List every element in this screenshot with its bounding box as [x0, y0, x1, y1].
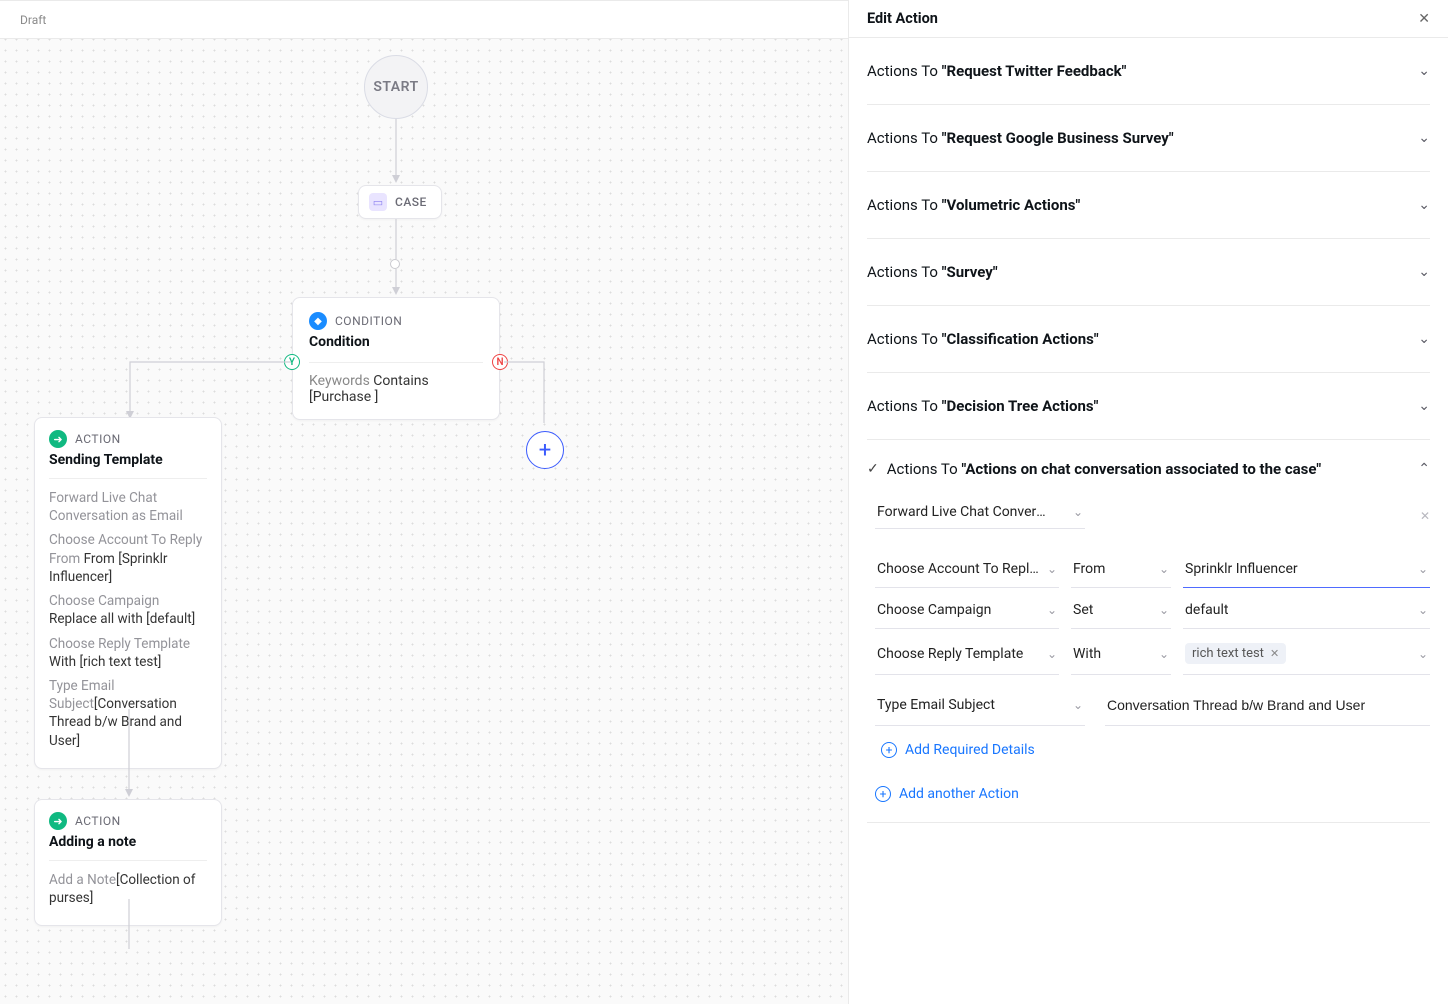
no-badge: N: [492, 354, 508, 370]
action-node-sending-template[interactable]: ➜ ACTION Sending Template Forward Live C…: [34, 417, 222, 769]
add-another-action-link[interactable]: + Add another Action: [875, 786, 1430, 802]
action-node-adding-note[interactable]: ➜ ACTION Adding a note Add a Note[Collec…: [34, 799, 222, 926]
chevron-down-icon: ⌄: [1073, 505, 1083, 519]
accordion-section[interactable]: Actions To "Survey"⌄: [867, 239, 1430, 306]
add-node-button[interactable]: +: [526, 431, 564, 469]
remove-action-icon[interactable]: ✕: [1420, 509, 1430, 523]
chevron-down-icon: ⌄: [1047, 603, 1057, 617]
config-field-select[interactable]: Choose Account To Repl…⌄: [875, 551, 1059, 588]
chevron-down-icon: ⌄: [1418, 264, 1430, 280]
chevron-down-icon: ⌄: [1047, 647, 1057, 661]
draft-status: Draft: [20, 13, 46, 27]
chevron-down-icon: ⌄: [1047, 562, 1057, 576]
top-bar: Draft: [0, 1, 848, 39]
chevron-up-icon[interactable]: ⌃: [1418, 461, 1430, 477]
chevron-down-icon: ⌄: [1418, 197, 1430, 213]
condition-op: Contains: [373, 373, 428, 389]
primary-action-select[interactable]: Forward Live Chat Conversati… ⌄: [875, 496, 1085, 529]
chevron-down-icon: ⌄: [1418, 398, 1430, 414]
accordion-section[interactable]: Actions To "Classification Actions"⌄: [867, 306, 1430, 373]
action-kind: ACTION: [75, 432, 121, 446]
chevron-down-icon: ⌄: [1073, 698, 1083, 712]
chevron-down-icon: ⌄: [1418, 647, 1428, 661]
accordion-section[interactable]: Actions To "Decision Tree Actions"⌄: [867, 373, 1430, 440]
case-icon: ▭: [369, 193, 387, 211]
case-label: CASE: [395, 195, 427, 209]
config-value-select[interactable]: rich text test✕ ⌄: [1183, 633, 1430, 675]
action-line: Type Email Subject[Conversation Thread b…: [49, 677, 207, 750]
config-value-select[interactable]: default⌄: [1183, 592, 1430, 629]
accordion-bold: "Actions on chat conversation associated…: [961, 460, 1321, 478]
action-line: Add a Note[Collection of purses]: [49, 871, 207, 907]
plus-circle-icon: +: [881, 742, 897, 758]
condition-node[interactable]: ◆ CONDITION Condition Keywords Contains …: [292, 297, 500, 420]
config-value-select[interactable]: Sprinklr Influencer⌄: [1183, 551, 1430, 588]
chevron-down-icon: ⌄: [1159, 647, 1169, 661]
flow-canvas[interactable]: START ▭ CASE ◆ CONDITION C: [0, 39, 848, 1004]
config-field-select[interactable]: Choose Campaign⌄: [875, 592, 1059, 629]
action-line: Forward Live Chat Conversation as Email: [49, 489, 207, 525]
add-required-details-link[interactable]: + Add Required Details: [881, 742, 1430, 758]
action-kind: ACTION: [75, 814, 121, 828]
start-node[interactable]: START: [364, 55, 428, 119]
panel-title: Edit Action: [867, 10, 938, 27]
plus-circle-icon: +: [875, 786, 891, 802]
condition-icon: ◆: [309, 312, 327, 330]
action-line: Choose Reply Template With [rich text te…: [49, 635, 207, 671]
yes-badge: Y: [284, 354, 300, 370]
chip-remove-icon[interactable]: ✕: [1270, 647, 1279, 660]
subject-label-select[interactable]: Type Email Subject ⌄: [875, 685, 1085, 726]
accordion-pre: Actions To: [887, 460, 962, 478]
accordion-section[interactable]: Actions To "Request Google Business Surv…: [867, 105, 1430, 172]
edit-action-panel: Edit Action ✕ Actions To "Request Twitte…: [848, 0, 1448, 1004]
connector-dot: [390, 259, 400, 269]
accordion-active: ✓ Actions To "Actions on chat conversati…: [867, 440, 1430, 823]
config-op-select[interactable]: With⌄: [1071, 633, 1171, 675]
case-node[interactable]: ▭ CASE: [358, 185, 442, 219]
chevron-down-icon: ⌄: [1159, 603, 1169, 617]
accordion-section[interactable]: Actions To "Request Twitter Feedback"⌄: [867, 38, 1430, 105]
subject-input[interactable]: [1107, 695, 1428, 715]
condition-value: [Purchase ]: [309, 389, 378, 405]
chevron-down-icon: ⌄: [1159, 562, 1169, 576]
config-field-select[interactable]: Choose Reply Template⌄: [875, 633, 1059, 675]
config-op-select[interactable]: Set⌄: [1071, 592, 1171, 629]
start-label: START: [373, 79, 418, 95]
chevron-down-icon: ⌄: [1418, 63, 1430, 79]
condition-keywords-label: Keywords: [309, 373, 370, 389]
chevron-down-icon: ⌄: [1418, 603, 1428, 617]
chevron-down-icon: ⌄: [1418, 562, 1428, 576]
close-icon[interactable]: ✕: [1418, 11, 1430, 27]
action-title: Sending Template: [49, 452, 207, 468]
chevron-down-icon: ⌄: [1418, 130, 1430, 146]
chip[interactable]: rich text test✕: [1185, 643, 1286, 664]
action-line: Choose Account To Reply From From [Sprin…: [49, 531, 207, 586]
condition-kind: CONDITION: [335, 314, 402, 328]
action-icon: ➜: [49, 430, 67, 448]
check-icon: ✓: [867, 461, 879, 477]
action-icon: ➜: [49, 812, 67, 830]
config-op-select[interactable]: From⌄: [1071, 551, 1171, 588]
chevron-down-icon: ⌄: [1418, 331, 1430, 347]
accordion-section[interactable]: Actions To "Volumetric Actions"⌄: [867, 172, 1430, 239]
action-line: Choose Campaign Replace all with [defaul…: [49, 592, 207, 628]
condition-title: Condition: [309, 334, 483, 350]
action-title: Adding a note: [49, 834, 207, 850]
